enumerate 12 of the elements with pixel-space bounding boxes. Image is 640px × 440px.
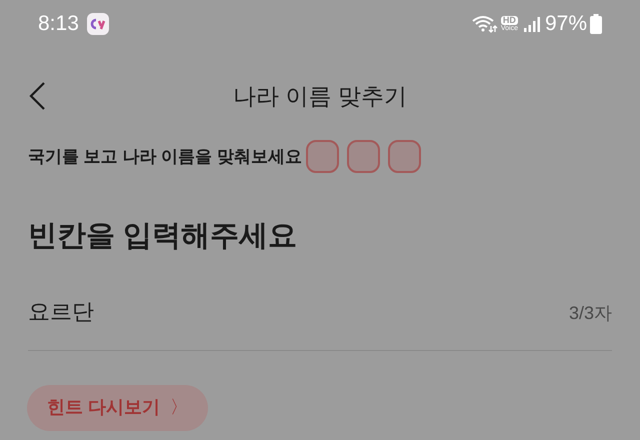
- page-title: 나라 이름 맞추기: [233, 82, 407, 111]
- hd-label: HD: [500, 16, 518, 25]
- signal-icon: [524, 16, 540, 32]
- wifi-icon: [472, 15, 498, 33]
- instruction-text: 국기를 보고 나라 이름을 맞춰보세요: [28, 146, 302, 168]
- character-counter: 3/3자: [568, 302, 612, 324]
- battery-percent: 97%: [544, 11, 587, 38]
- status-time: 8:13: [38, 11, 79, 38]
- app-icon: [86, 13, 109, 35]
- section-heading: 빈칸을 입력해주세요: [27, 219, 298, 254]
- battery-icon: [590, 14, 602, 34]
- answer-field[interactable]: 요르단: [28, 294, 228, 328]
